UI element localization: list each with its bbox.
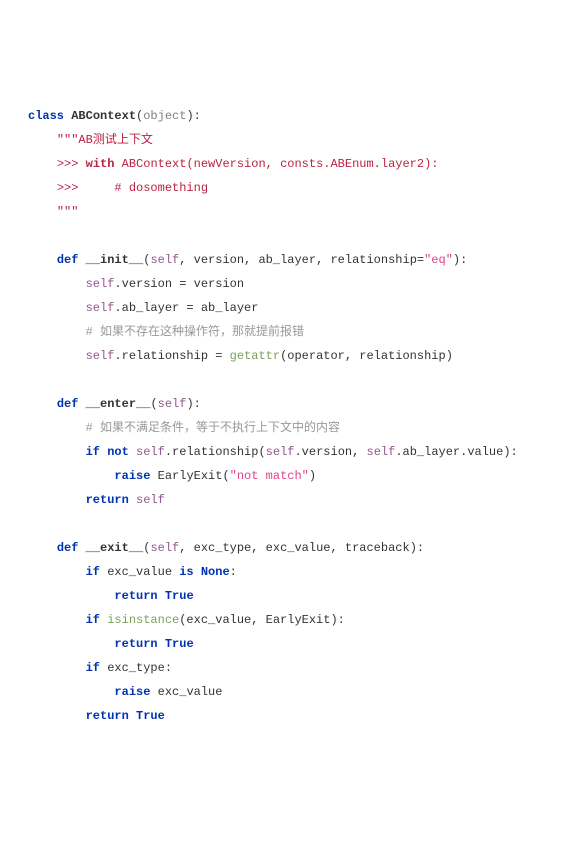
- self-2: self: [86, 301, 115, 315]
- method-exit: __exit__: [86, 541, 144, 555]
- cond-mid: .relationship(: [165, 445, 266, 459]
- enter-args-close: ):: [186, 397, 200, 411]
- kw-return-4: return: [86, 709, 129, 723]
- return-self-1: self: [129, 493, 165, 507]
- assign-ablayer: .ab_layer = ab_layer: [114, 301, 258, 315]
- kw-def-exit: def: [57, 541, 79, 555]
- docstring-close: """: [57, 205, 79, 219]
- fn-isinstance: isinstance: [107, 613, 179, 627]
- val-true-2: True: [165, 589, 194, 603]
- enter-self: self: [158, 397, 187, 411]
- docstring-example-2: >>> # dosomething: [57, 181, 208, 195]
- cond-mid-2: .version,: [294, 445, 366, 459]
- self-3: self: [86, 349, 115, 363]
- colon-1: :: [230, 565, 237, 579]
- base-class: object: [143, 109, 186, 123]
- docstring-open: """: [57, 133, 79, 147]
- raise-2-rest: exc_value: [150, 685, 222, 699]
- docstring-title: AB测试上下文: [78, 133, 152, 147]
- kw-raise-1: raise: [114, 469, 150, 483]
- class-name: ABContext: [71, 109, 136, 123]
- val-true-4: True: [136, 709, 165, 723]
- kw-return-3: return: [114, 637, 157, 651]
- assign-rel-a: .relationship =: [114, 349, 229, 363]
- init-default-eq: "eq": [424, 253, 453, 267]
- comment-2: # 如果不满足条件，等于不执行上下文中的内容: [86, 421, 340, 435]
- method-enter: __enter__: [86, 397, 151, 411]
- enter-self-4: self: [367, 445, 396, 459]
- kw-class: class: [28, 109, 64, 123]
- kw-def-init: def: [57, 253, 79, 267]
- method-init: __init__: [86, 253, 144, 267]
- exit-self: self: [150, 541, 179, 555]
- docstring-example-1b: ABContext(newVersion, consts.ABEnum.laye…: [114, 157, 438, 171]
- enter-self-2: self: [136, 445, 165, 459]
- fn-getattr: getattr: [230, 349, 280, 363]
- cond-4: exc_type:: [100, 661, 172, 675]
- val-true-3: True: [165, 637, 194, 651]
- kw-if-2: if: [86, 565, 100, 579]
- val-none: None: [201, 565, 230, 579]
- raise-str: "not match": [230, 469, 309, 483]
- enter-self-3: self: [266, 445, 295, 459]
- code-block: class ABContext(object): """AB测试上下文 >>> …: [28, 104, 547, 728]
- docstring-with: with: [86, 157, 115, 171]
- kw-is: is: [179, 565, 193, 579]
- kw-return-1: return: [86, 493, 129, 507]
- kw-return-2: return: [114, 589, 157, 603]
- init-self: self: [150, 253, 179, 267]
- init-args-mid: , version, ab_layer, relationship=: [179, 253, 424, 267]
- raise-expr: EarlyExit(: [150, 469, 229, 483]
- kw-def-enter: def: [57, 397, 79, 411]
- kw-not: not: [107, 445, 129, 459]
- assign-version: .version = version: [114, 277, 244, 291]
- space-1: [194, 565, 201, 579]
- kw-if-4: if: [86, 661, 100, 675]
- self-1: self: [86, 277, 115, 291]
- cond-rest: .ab_layer.value):: [395, 445, 517, 459]
- exit-args-rest: , exc_type, exc_value, traceback):: [179, 541, 424, 555]
- kw-raise-2: raise: [114, 685, 150, 699]
- cond-2a: exc_value: [100, 565, 179, 579]
- kw-if-3: if: [86, 613, 100, 627]
- init-args-close: ):: [453, 253, 467, 267]
- comment-1: # 如果不存在这种操作符，那就提前报错: [86, 325, 304, 339]
- raise-close: ): [309, 469, 316, 483]
- cond-3: (exc_value, EarlyExit):: [179, 613, 345, 627]
- docstring-example-1a: >>>: [57, 157, 86, 171]
- kw-if-1: if: [86, 445, 100, 459]
- assign-rel-b: (operator, relationship): [280, 349, 453, 363]
- enter-args-open: (: [150, 397, 157, 411]
